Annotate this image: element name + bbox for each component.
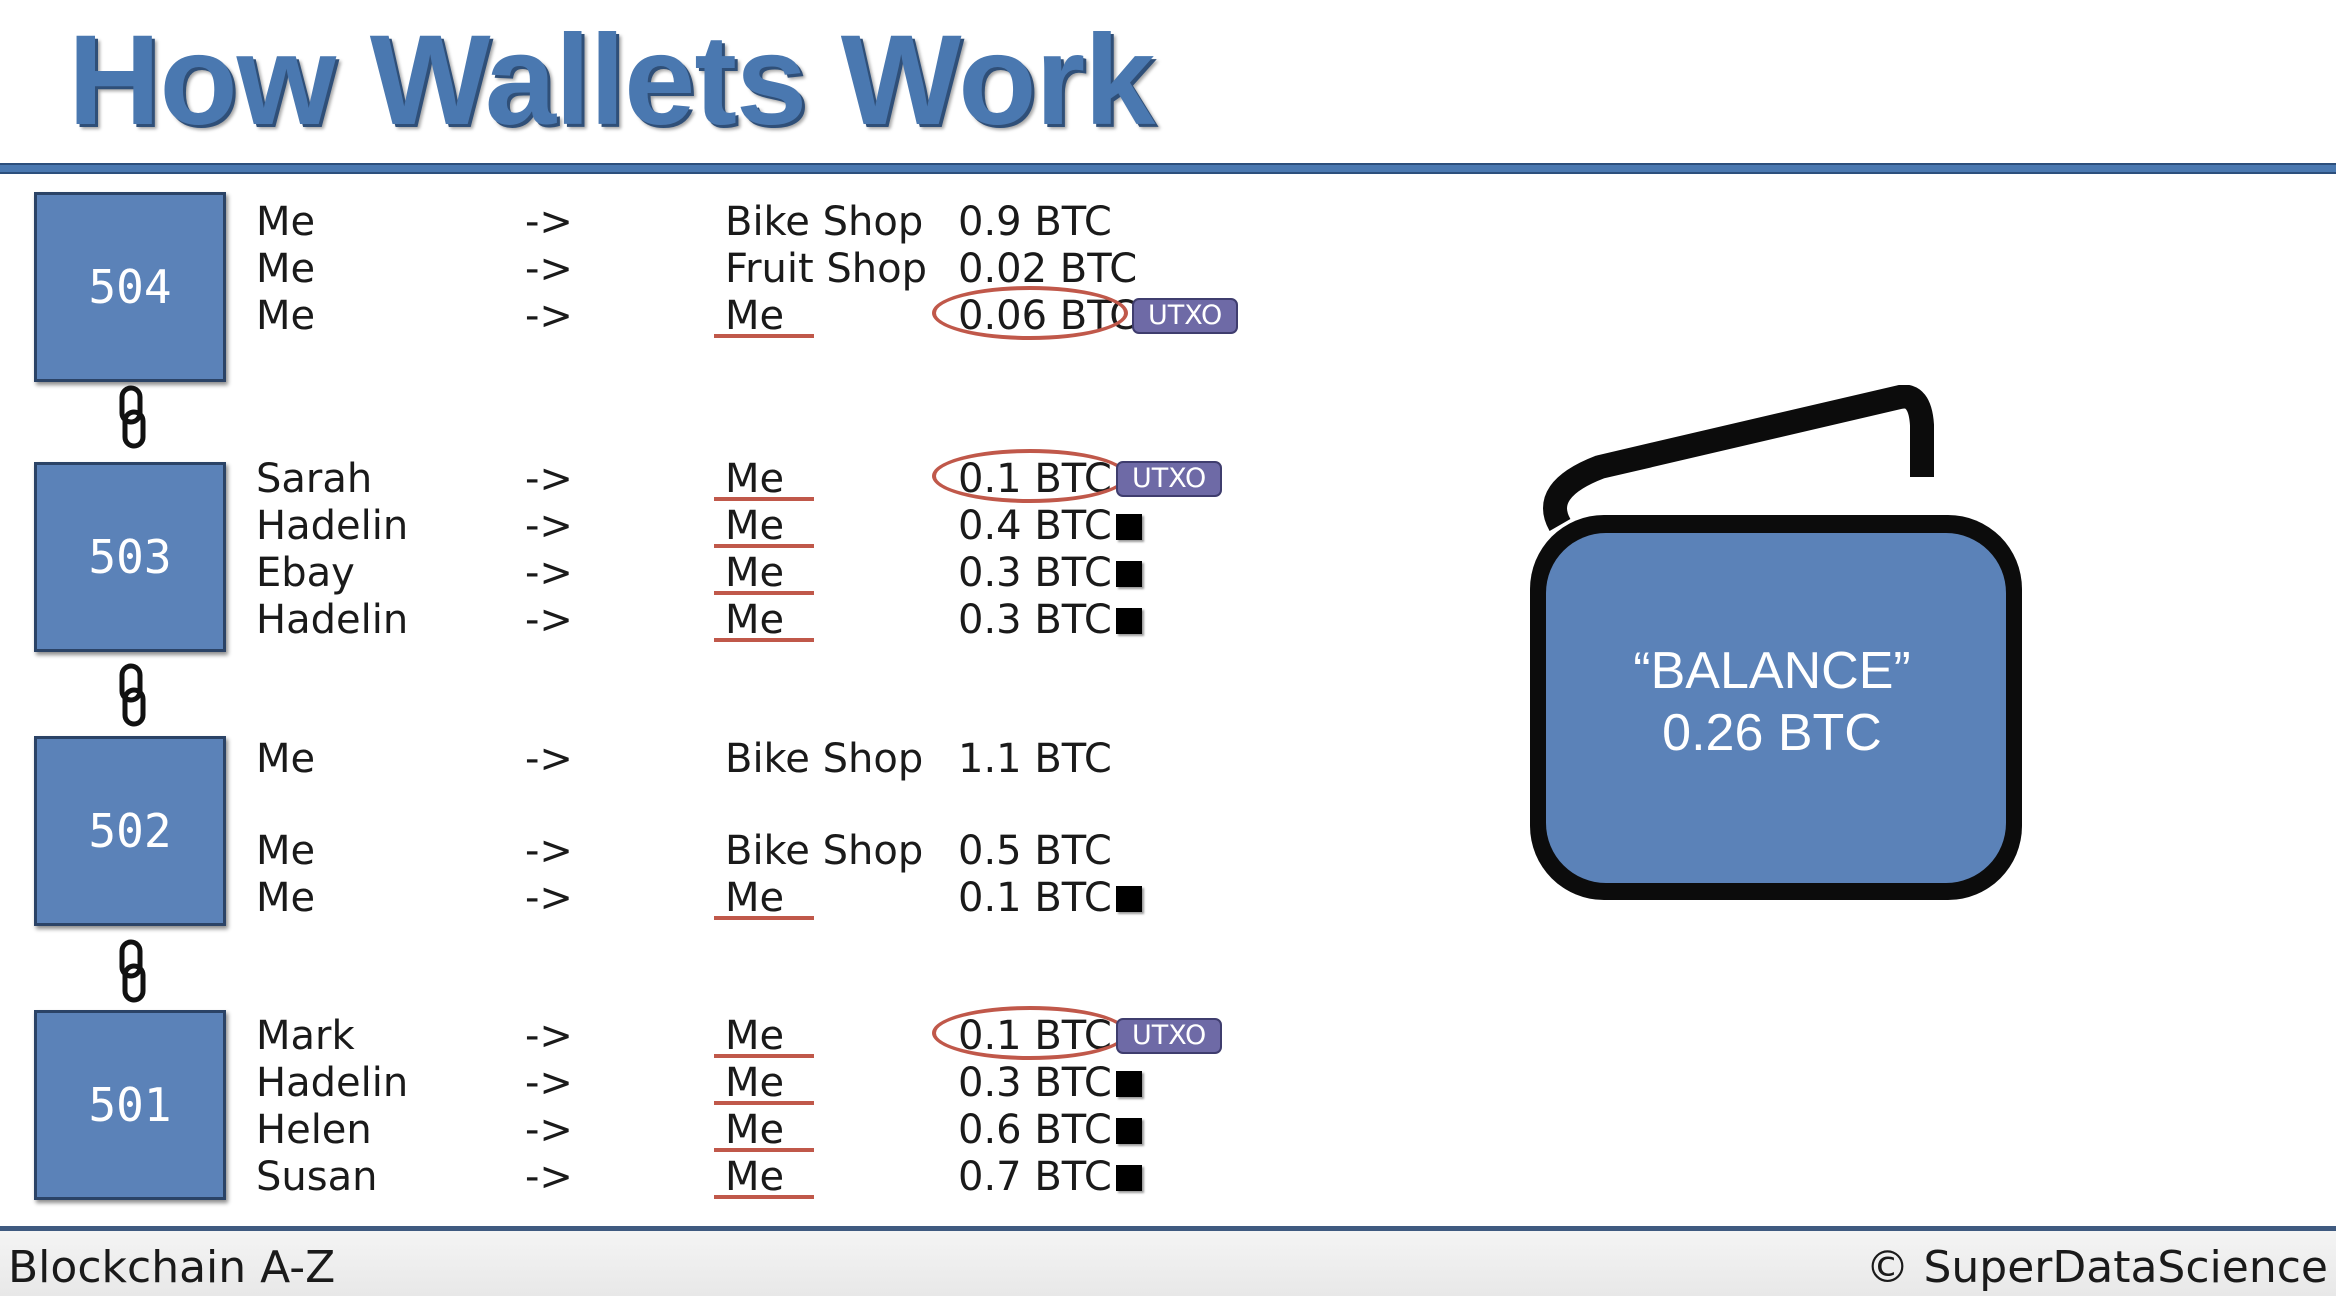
recipient-underline: [714, 1195, 814, 1199]
tx-recipient: Me: [725, 503, 785, 549]
slide: How Wallets Work 504 Me -> Bike Shop 0.9 BTC…: [0, 0, 2336, 1296]
recipient-underline: [714, 916, 814, 920]
tx-amount: 0.3 BTC: [958, 597, 1112, 643]
tx-arrow: ->: [525, 246, 573, 292]
tx-sender: Sarah: [256, 456, 373, 502]
tx-recipient: Me: [725, 597, 785, 643]
tx-recipient: Bike Shop: [725, 828, 924, 874]
recipient-underline: [714, 544, 814, 548]
course-name: Blockchain A-Z: [8, 1242, 336, 1293]
tx-sender: Me: [256, 293, 316, 339]
tx-amount: 0.9 BTC: [958, 199, 1112, 245]
spent-marker: [1116, 1165, 1142, 1191]
copyright: © SuperDataScience: [1865, 1242, 2328, 1293]
spent-marker: [1116, 561, 1142, 587]
tx-arrow: ->: [525, 456, 573, 502]
tx-sender: Susan: [256, 1154, 378, 1200]
title-divider: [0, 163, 2336, 174]
tx-sender: Hadelin: [256, 503, 409, 549]
tx-amount: 0.1 BTC: [958, 875, 1112, 921]
tx-sender: Ebay: [256, 550, 355, 596]
tx-recipient: Me: [725, 456, 785, 502]
tx-recipient: Me: [725, 1107, 785, 1153]
tx-arrow: ->: [525, 1154, 573, 1200]
spent-marker: [1116, 1071, 1142, 1097]
tx-recipient: Bike Shop: [725, 199, 924, 245]
tx-recipient: Fruit Shop: [725, 246, 928, 292]
tx-arrow: ->: [525, 875, 573, 921]
tx-arrow: ->: [525, 1060, 573, 1106]
tx-sender: Helen: [256, 1107, 372, 1153]
block-504: 504: [34, 192, 226, 382]
tx-sender: Hadelin: [256, 1060, 409, 1106]
spent-marker: [1116, 514, 1142, 540]
utxo-highlight-ring: [932, 1006, 1128, 1060]
recipient-underline: [714, 1054, 814, 1058]
utxo-highlight-ring: [932, 449, 1128, 503]
tx-recipient: Me: [725, 1013, 785, 1059]
recipient-underline: [714, 497, 814, 501]
spent-marker: [1116, 1118, 1142, 1144]
tx-arrow: ->: [525, 1107, 573, 1153]
tx-arrow: ->: [525, 736, 573, 782]
recipient-underline: [714, 1148, 814, 1152]
tx-recipient: Me: [725, 875, 785, 921]
tx-amount: 0.3 BTC: [958, 1060, 1112, 1106]
tx-arrow: ->: [525, 1013, 573, 1059]
spent-marker: [1116, 608, 1142, 634]
tx-recipient: Me: [725, 293, 785, 339]
balance-value: 0.26 BTC: [1662, 704, 1882, 762]
tx-sender: Mark: [256, 1013, 355, 1059]
tx-amount: 0.4 BTC: [958, 503, 1112, 549]
chain-link-icon: [119, 663, 146, 727]
tx-amount: 0.5 BTC: [958, 828, 1112, 874]
tx-sender: Me: [256, 875, 316, 921]
tx-sender: Me: [256, 736, 316, 782]
balance-label: “BALANCE”: [1633, 642, 1911, 700]
chain-link-icon: [119, 939, 146, 1003]
tx-arrow: ->: [525, 550, 573, 596]
tx-amount: 0.7 BTC: [958, 1154, 1112, 1200]
tx-amount: 0.3 BTC: [958, 550, 1112, 596]
tx-arrow: ->: [525, 597, 573, 643]
tx-recipient: Me: [725, 1060, 785, 1106]
utxo-badge: UTXO: [1132, 298, 1239, 334]
tx-amount: 0.6 BTC: [958, 1107, 1112, 1153]
tx-arrow: ->: [525, 503, 573, 549]
utxo-badge: UTXO: [1116, 461, 1223, 497]
recipient-underline: [714, 638, 814, 642]
tx-recipient: Me: [725, 550, 785, 596]
block-503: 503: [34, 462, 226, 652]
recipient-underline: [714, 334, 814, 338]
tx-arrow: ->: [525, 199, 573, 245]
wallet-balance: “BALANCE” 0.26 BTC: [1536, 640, 2008, 764]
utxo-badge: UTXO: [1116, 1018, 1223, 1054]
tx-arrow: ->: [525, 828, 573, 874]
tx-recipient: Me: [725, 1154, 785, 1200]
block-502: 502: [34, 736, 226, 926]
tx-sender: Me: [256, 246, 316, 292]
chain-link-icon: [119, 385, 146, 449]
recipient-underline: [714, 1101, 814, 1105]
tx-sender: Me: [256, 828, 316, 874]
slide-title: How Wallets Work: [68, 9, 1155, 152]
tx-recipient: Bike Shop: [725, 736, 924, 782]
spent-marker: [1116, 886, 1142, 912]
utxo-highlight-ring: [932, 286, 1128, 340]
tx-sender: Me: [256, 199, 316, 245]
recipient-underline: [714, 591, 814, 595]
tx-amount: 1.1 BTC: [958, 736, 1112, 782]
block-501: 501: [34, 1010, 226, 1200]
tx-arrow: ->: [525, 293, 573, 339]
tx-sender: Hadelin: [256, 597, 409, 643]
